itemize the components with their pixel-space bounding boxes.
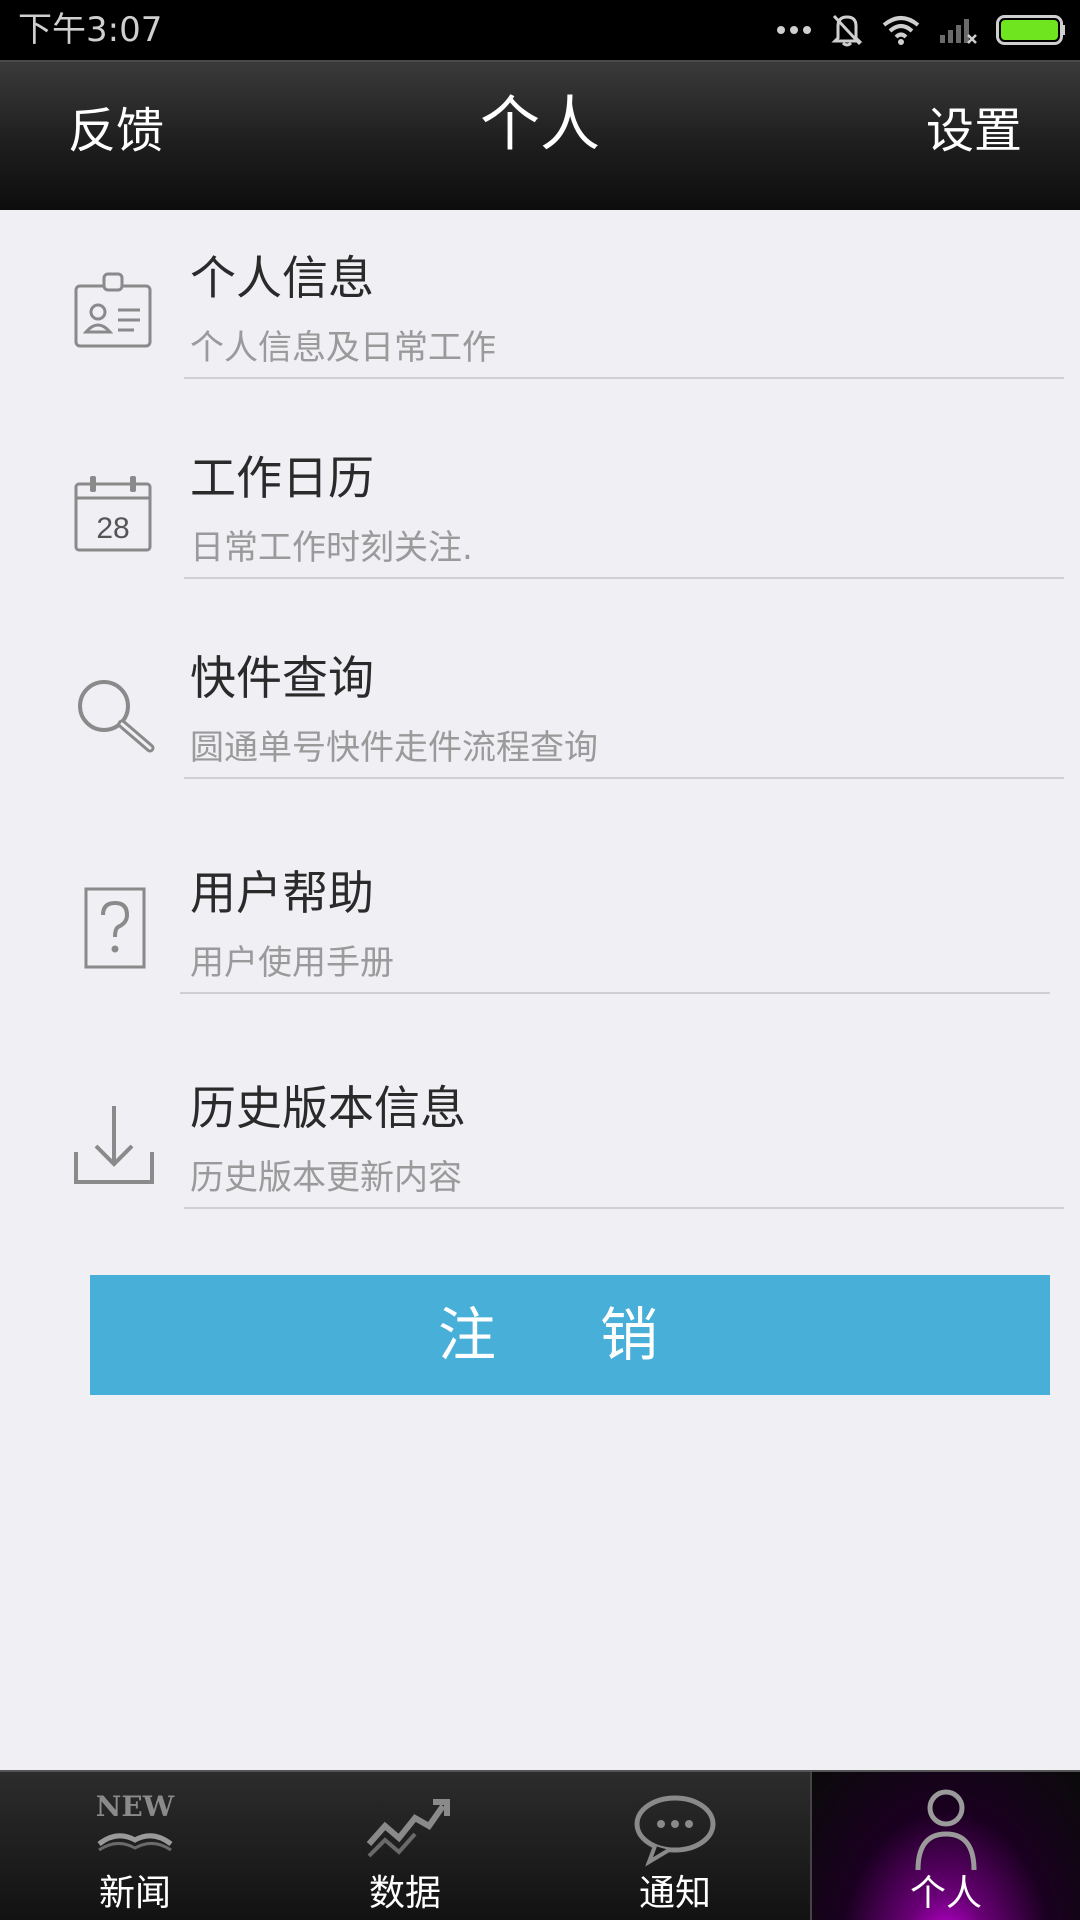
tab-news[interactable]: NEW 新闻 <box>0 1772 270 1920</box>
wifi-icon <box>882 15 920 45</box>
menu-item-subtitle: 圆通单号快件走件流程查询 <box>190 728 598 768</box>
status-time: 下午3:07 <box>18 10 163 50</box>
menu-item-work-calendar[interactable]: 28 工作日历 日常工作时刻关注. <box>0 410 1080 610</box>
signal-icon <box>938 15 978 45</box>
download-icon <box>70 1100 158 1188</box>
menu-item-subtitle: 日常工作时刻关注. <box>190 528 473 568</box>
person-icon <box>896 1784 996 1874</box>
divider <box>184 577 1064 579</box>
chart-icon <box>355 1784 455 1874</box>
divider <box>180 992 1050 994</box>
menu-item-personal-info[interactable]: 个人信息 个人信息及日常工作 <box>0 210 1080 410</box>
tab-label: 通知 <box>638 1873 711 1914</box>
menu-item-package-query[interactable]: 快件查询 圆通单号快件走件流程查询 <box>0 610 1080 810</box>
tab-label: 新闻 <box>98 1873 171 1914</box>
menu-item-subtitle: 历史版本更新内容 <box>190 1158 462 1198</box>
battery-icon <box>996 15 1066 45</box>
divider <box>184 1207 1064 1209</box>
help-icon <box>70 885 158 973</box>
menu-item-title: 工作日历 <box>190 451 374 505</box>
divider <box>184 777 1064 779</box>
tab-notifications[interactable]: 通知 <box>540 1772 810 1920</box>
tab-label: 个人 <box>909 1873 982 1914</box>
svg-text:28: 28 <box>96 512 129 545</box>
more-dots-icon <box>776 24 812 36</box>
title-bar: 反馈 个人 设置 <box>0 60 1080 210</box>
page-title: 个人 <box>480 90 600 160</box>
settings-button[interactable]: 设置 <box>926 56 1022 206</box>
chat-icon <box>625 1784 725 1874</box>
menu-item-subtitle: 个人信息及日常工作 <box>190 328 496 368</box>
bottom-tab-bar: NEW 新闻 数据 通知 个人 <box>0 1770 1080 1920</box>
menu-item-version-history[interactable]: 历史版本信息 历史版本更新内容 <box>0 1040 1080 1240</box>
tab-label: 数据 <box>368 1873 441 1914</box>
news-icon: NEW <box>85 1784 185 1874</box>
tab-data[interactable]: 数据 <box>270 1772 540 1920</box>
tab-personal[interactable]: 个人 <box>810 1772 1080 1920</box>
menu-item-user-help[interactable]: 用户帮助 用户使用手册 <box>0 825 1080 1025</box>
menu-item-title: 个人信息 <box>190 251 374 305</box>
search-icon <box>70 672 158 760</box>
id-card-icon <box>70 270 158 358</box>
menu-item-title: 历史版本信息 <box>190 1081 466 1135</box>
menu-item-title: 用户帮助 <box>190 866 374 920</box>
mute-icon <box>830 12 864 48</box>
svg-text:NEW: NEW <box>96 1790 175 1823</box>
logout-button[interactable]: 注 销 <box>90 1275 1050 1395</box>
divider <box>184 377 1064 379</box>
calendar-icon: 28 <box>70 472 158 560</box>
status-icons <box>776 10 1066 50</box>
menu-item-subtitle: 用户使用手册 <box>190 943 394 983</box>
menu-item-title: 快件查询 <box>190 651 374 705</box>
